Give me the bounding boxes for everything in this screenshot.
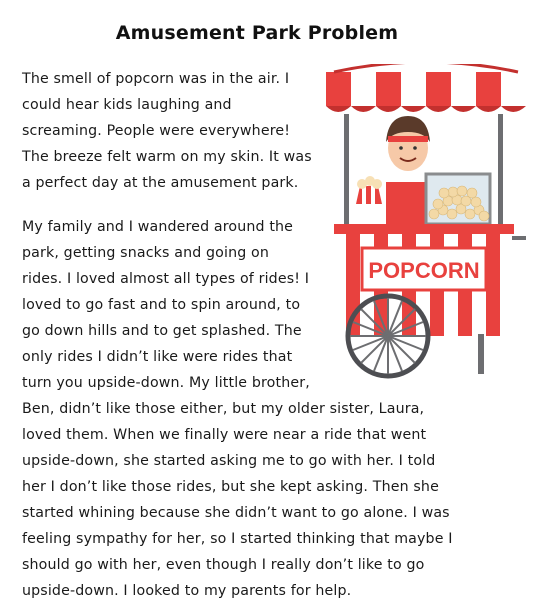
text-line: The breeze felt warm on my skin. It was xyxy=(22,149,312,165)
text-line: upside-down. I looked to my parents for … xyxy=(22,583,352,599)
text-line: loved them. When we finally were near a … xyxy=(22,427,427,443)
text-line: started whining because she didn’t want … xyxy=(22,505,450,521)
cart-pole-right xyxy=(498,114,503,234)
wheel-icon xyxy=(345,293,431,379)
text-line: screaming. People were everywhere! xyxy=(22,123,291,139)
cart-leg xyxy=(478,334,484,374)
text-line: her I don’t like those rides, but she ke… xyxy=(22,479,439,495)
text-line: The smell of popcorn was in the air. I xyxy=(22,71,290,87)
text-line: should go with her, even though I really… xyxy=(22,557,425,573)
popcorn-bag-icon xyxy=(356,176,382,204)
text-line: a perfect day at the amusement park. xyxy=(22,175,299,191)
page-title: Amusement Park Problem xyxy=(115,22,399,44)
popcorn-cart-illustration: POPCORN xyxy=(326,64,526,379)
popcorn-machine-icon xyxy=(424,172,492,226)
cart-pole-left xyxy=(344,114,349,234)
text-line: Ben, didn’t like those either, but my ol… xyxy=(22,401,425,417)
text-line: could hear kids laughing and xyxy=(22,97,232,113)
text-line: upside-down, she started asking me to go… xyxy=(22,453,436,469)
striped-awning xyxy=(326,64,526,112)
story-paragraph-1: The smell of popcorn was in the air. I c… xyxy=(22,66,312,196)
text-line: feeling sympathy for her, so I started t… xyxy=(22,531,453,547)
cart-sign-text: POPCORN xyxy=(368,258,479,283)
cart-handle xyxy=(512,236,526,240)
